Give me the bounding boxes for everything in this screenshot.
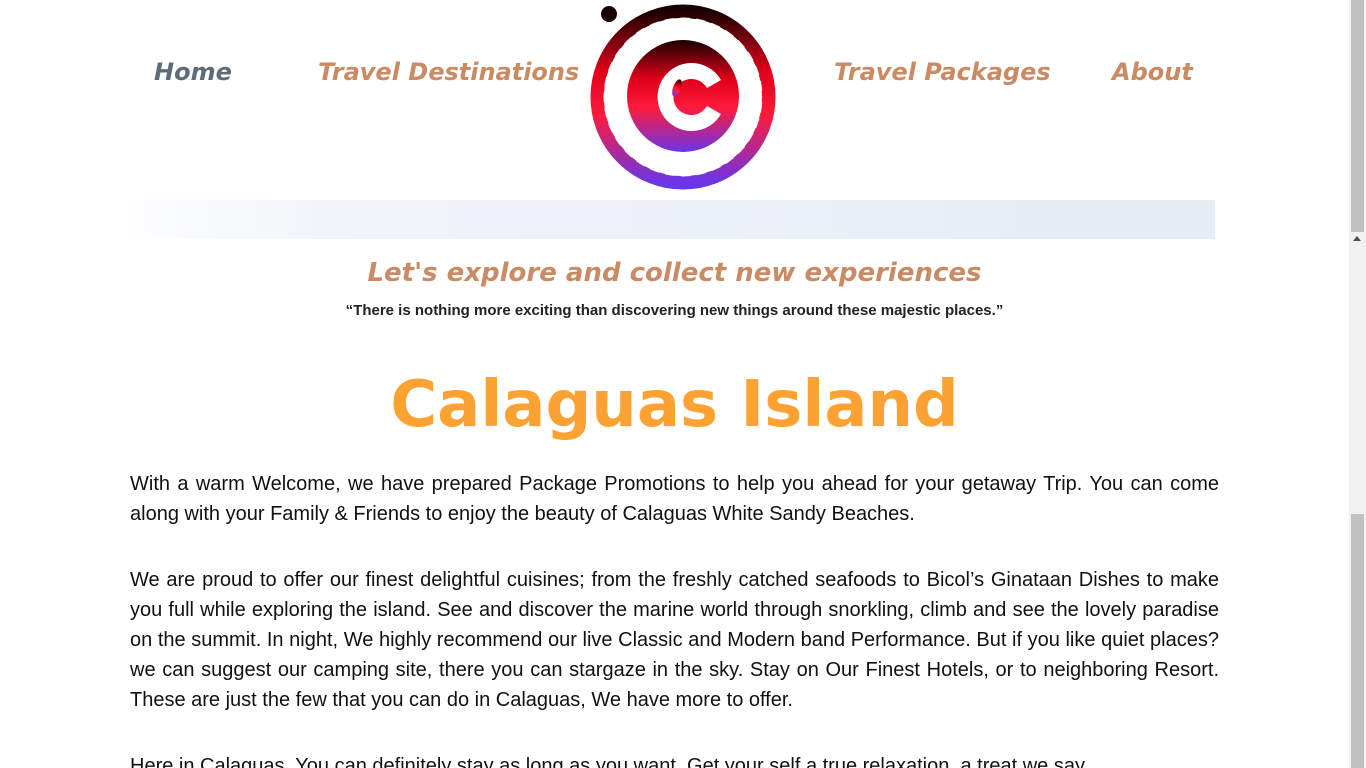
header-band [100,200,1215,239]
nav-home-link[interactable]: Home [154,58,232,86]
vertical-scrollbar[interactable] [1349,0,1366,768]
nav-travel-packages-link[interactable]: Travel Packages [834,58,1051,86]
tagline-heading: Let's explore and collect new experience… [367,258,982,288]
paragraph-stay: Here in Calaguas, You can definitely sta… [130,755,1090,768]
scrollbar-thumb[interactable] [1351,514,1364,768]
quote-text: “There is nothing more exciting than dis… [345,302,1004,319]
nav-travel-destinations-link[interactable]: Travel Destinations [318,58,579,86]
page-title: Calaguas Island [390,368,959,442]
scroll-up-arrow-icon[interactable] [1353,236,1361,241]
nav-about-link[interactable]: About [1112,58,1193,86]
c-logo-icon[interactable] [583,2,783,200]
paragraph-activities: We are proud to offer our finest delight… [130,569,1219,711]
page: Home Travel Destinations Travel Packages… [0,0,1349,768]
paragraph-welcome: With a warm Welcome, we have prepared Pa… [130,473,1219,525]
scrollbar-upper-track [1351,0,1364,232]
